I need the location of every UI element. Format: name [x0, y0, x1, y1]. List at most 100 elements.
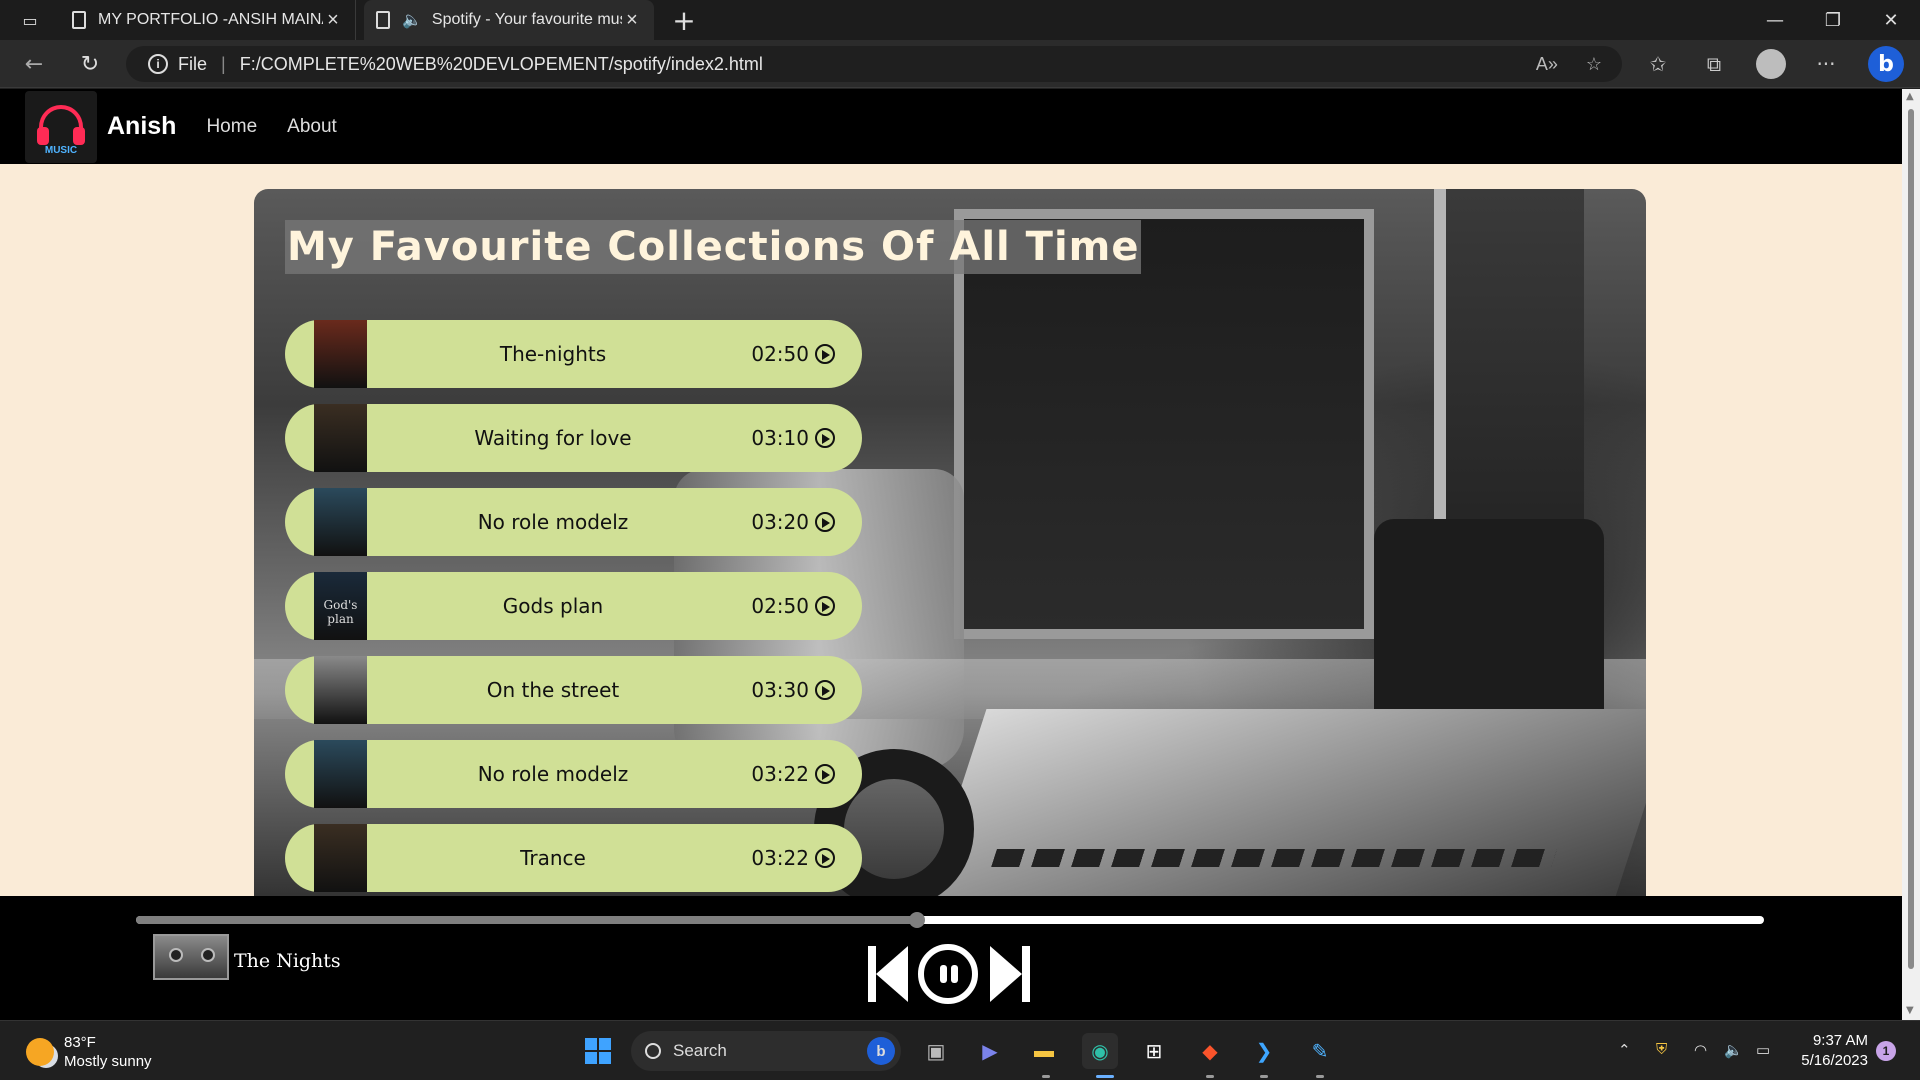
progress-fill	[136, 916, 918, 924]
play-circle-icon[interactable]	[815, 512, 835, 532]
song-cover	[314, 740, 367, 808]
site-navbar: MUSIC Anish Home About	[0, 89, 1902, 164]
song-cover	[314, 824, 367, 892]
bing-chat-icon[interactable]: b	[1868, 46, 1904, 82]
security-icon[interactable]: ⛨	[1656, 1041, 1667, 1058]
profile-avatar[interactable]	[1756, 49, 1786, 79]
nav-about[interactable]: About	[287, 116, 337, 138]
song-duration: 02:50	[751, 342, 809, 366]
song-name: No role modelz	[477, 762, 629, 786]
song-name: Trance	[520, 846, 586, 870]
tab-spotify[interactable]: 🔈 Spotify - Your favourite music ×	[364, 0, 654, 40]
pause-button[interactable]	[918, 944, 978, 1004]
cassette-reel	[201, 948, 215, 962]
tab-title: MY PORTFOLIO -ANSIH MAINALI	[98, 11, 323, 28]
play-circle-icon[interactable]	[815, 764, 835, 784]
song-cover	[314, 656, 367, 724]
song-item[interactable]: No role modelz 03:22	[285, 740, 862, 808]
nav-home[interactable]: Home	[206, 116, 257, 138]
song-duration: 02:50	[751, 594, 809, 618]
scroll-down-icon[interactable]: ▼	[1906, 1005, 1914, 1016]
brand-name[interactable]: Anish	[107, 112, 176, 141]
brave-icon[interactable]: ◆	[1192, 1033, 1228, 1069]
page-title: My Favourite Collections Of All Time	[285, 220, 1142, 274]
add-favorite-icon[interactable]: ☆	[1586, 54, 1602, 75]
song-item[interactable]: God's plan Gods plan 02:50	[285, 572, 862, 640]
scheme-label: File	[178, 53, 208, 74]
separator: |	[221, 53, 226, 74]
teams-chat-icon[interactable]: ▶	[972, 1033, 1008, 1069]
taskbar-search[interactable]: Search b	[631, 1031, 901, 1071]
notification-badge[interactable]: 1	[1876, 1041, 1896, 1061]
search-label: Search	[673, 1041, 727, 1060]
weather-widget[interactable]: 83°F Mostly sunny	[26, 1033, 152, 1071]
file-explorer-icon[interactable]: ▬	[1026, 1033, 1062, 1069]
vscode-icon[interactable]: ❯	[1246, 1033, 1282, 1069]
edge-icon[interactable]: ◉	[1082, 1033, 1118, 1069]
restore-button[interactable]: ❐	[1804, 0, 1862, 40]
refresh-button[interactable]: ↻	[74, 48, 106, 80]
song-item[interactable]: On the street 03:30	[285, 656, 862, 724]
more-menu-icon[interactable]: ···	[1812, 52, 1840, 76]
bing-icon[interactable]: b	[867, 1037, 895, 1065]
info-icon[interactable]: i	[148, 54, 168, 74]
song-item[interactable]: Waiting for love 03:10	[285, 404, 862, 472]
song-name: On the street	[486, 678, 620, 702]
task-view-icon[interactable]: ▣	[918, 1033, 954, 1069]
page-scrollbar[interactable]: ▲ ▼	[1902, 89, 1920, 1020]
new-tab-button[interactable]: +	[668, 4, 700, 37]
song-duration: 03:22	[751, 762, 809, 786]
start-button[interactable]	[580, 1033, 616, 1069]
wifi-icon[interactable]: ◠	[1694, 1041, 1707, 1059]
active-indicator	[1096, 1075, 1114, 1078]
song-duration: 03:22	[751, 846, 809, 870]
play-circle-icon[interactable]	[815, 596, 835, 616]
system-clock[interactable]: 9:37 AM 5/16/2023	[1794, 1031, 1868, 1071]
favorites-icon[interactable]: ✩	[1644, 52, 1672, 76]
tab-actions-icon[interactable]: ▭	[18, 8, 42, 32]
play-circle-icon[interactable]	[815, 848, 835, 868]
bg-keys	[991, 849, 1557, 867]
song-duration: 03:20	[751, 510, 809, 534]
store-icon[interactable]: ⊞	[1136, 1033, 1172, 1069]
read-aloud-icon[interactable]: A»	[1536, 54, 1558, 75]
progress-slider[interactable]	[136, 912, 1764, 928]
close-window-button[interactable]: ✕	[1862, 0, 1920, 40]
song-list: The-nights 02:50 Waiting for love 03:10 No r…	[285, 320, 862, 908]
scrollbar-thumb[interactable]	[1908, 109, 1914, 969]
close-tab-icon[interactable]: ×	[622, 9, 642, 32]
search-icon	[645, 1043, 661, 1059]
music-logo[interactable]: MUSIC	[25, 90, 97, 163]
tab-portfolio[interactable]: MY PORTFOLIO -ANSIH MAINALI ×	[60, 0, 356, 40]
play-circle-icon[interactable]	[815, 680, 835, 700]
close-tab-icon[interactable]: ×	[323, 9, 343, 32]
song-item[interactable]: The-nights 02:50	[285, 320, 862, 388]
speaker-icon[interactable]: 🔈	[402, 10, 422, 30]
windows-taskbar: 83°F Mostly sunny Search b ▣ ▶ ▬ ◉ ⊞ ◆ ❯…	[0, 1020, 1920, 1080]
chevron-up-icon[interactable]: ⌃	[1618, 1041, 1631, 1059]
progress-handle[interactable]	[909, 912, 926, 928]
song-item[interactable]: No role modelz 03:20	[285, 488, 862, 556]
song-duration: 03:30	[751, 678, 809, 702]
play-circle-icon[interactable]	[815, 344, 835, 364]
back-button[interactable]: ←	[18, 48, 50, 80]
address-field[interactable]: i File | F:/COMPLETE%20WEB%20DEVLOPEMENT…	[126, 46, 1622, 82]
page-viewport: MUSIC Anish Home About My Favourite Coll…	[0, 89, 1902, 1020]
song-cover	[314, 488, 367, 556]
sun-icon	[26, 1038, 54, 1066]
running-indicator	[1042, 1075, 1050, 1078]
next-button[interactable]	[990, 946, 1030, 1002]
minimize-button[interactable]: —	[1746, 0, 1804, 40]
previous-icon-arrow	[876, 946, 908, 1002]
previous-button[interactable]	[868, 946, 908, 1002]
volume-icon[interactable]: 🔈	[1724, 1041, 1743, 1059]
song-cover	[314, 404, 367, 472]
battery-icon[interactable]: ▭	[1756, 1041, 1770, 1059]
collection-container: My Favourite Collections Of All Time The…	[254, 189, 1646, 909]
song-item[interactable]: Trance 03:22	[285, 824, 862, 892]
play-circle-icon[interactable]	[815, 428, 835, 448]
scroll-up-icon[interactable]: ▲	[1906, 91, 1914, 102]
collections-icon[interactable]: ⧉	[1700, 52, 1728, 76]
player-bar: The Nights	[0, 896, 1902, 1020]
paint-icon[interactable]: ✎	[1302, 1033, 1338, 1069]
